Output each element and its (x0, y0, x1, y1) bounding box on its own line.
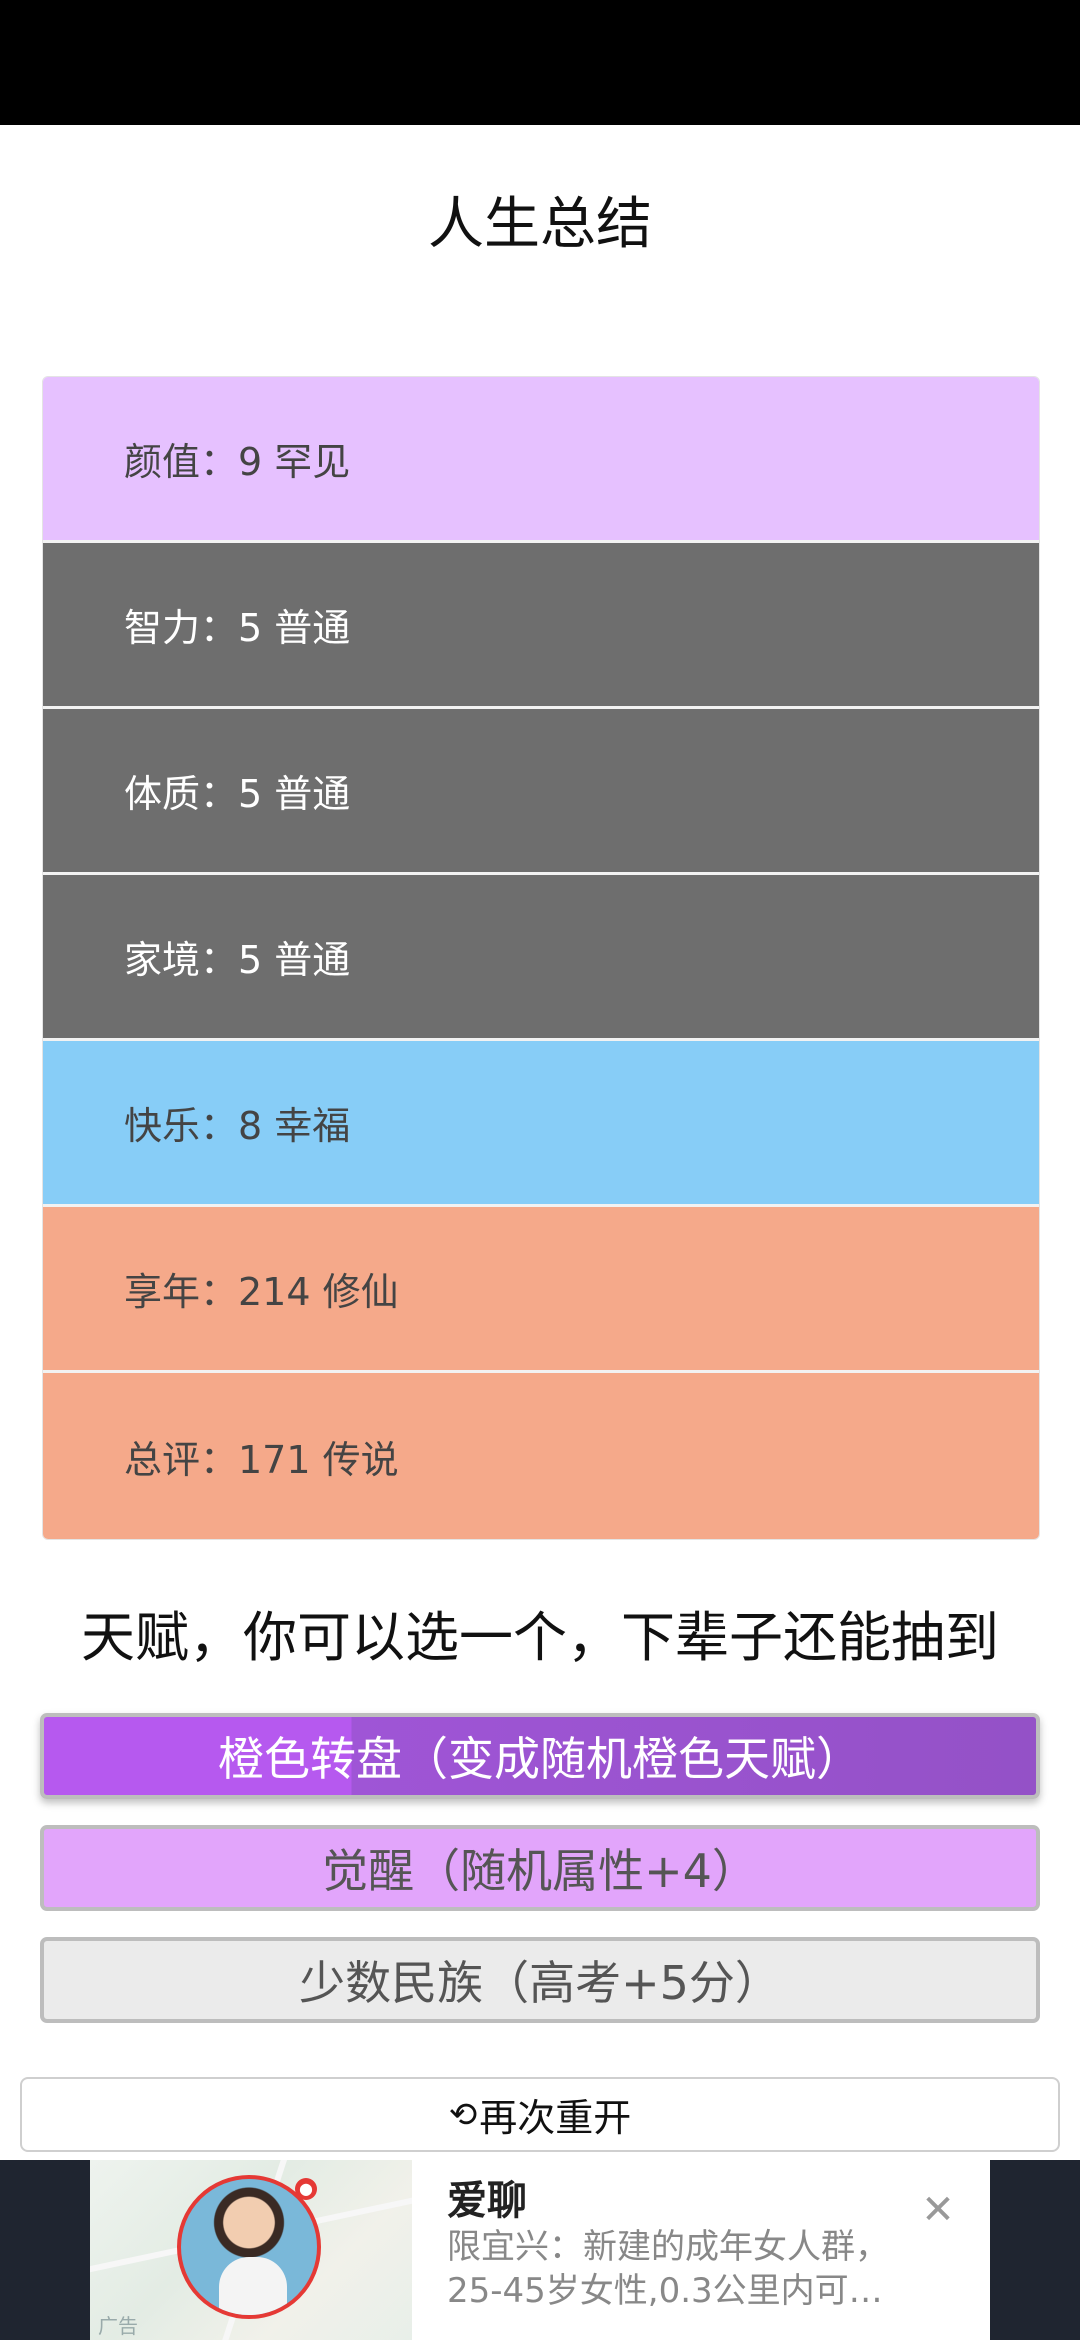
ad-banner[interactable]: ● 广告 爱聊 限宜兴：新建的成年女人群，25-45岁女性,0.3公里内可… ✕ (0, 2160, 1080, 2340)
stat-appearance: 颜值：9 罕见 (43, 377, 1039, 543)
restart-button[interactable]: ⟲ 再次重开 (20, 2077, 1060, 2152)
stat-family: 家境：5 普通 (43, 875, 1039, 1041)
ad-title: 爱聊 (447, 2178, 527, 2224)
ad-card[interactable]: ● 广告 爱聊 限宜兴：新建的成年女人群，25-45岁女性,0.3公里内可… ✕ (90, 2160, 990, 2340)
talent-title: 天赋，你可以选一个，下辈子还能抽到 (81, 1606, 999, 1669)
stat-happiness: 快乐：8 幸福 (43, 1041, 1039, 1207)
talent-option-orange-wheel[interactable]: 橙色转盘（变成随机橙色天赋） (40, 1713, 1040, 1799)
stats-panel: 颜值：9 罕见 智力：5 普通 体质：5 普通 家境：5 普通 快乐：8 幸福 … (42, 376, 1040, 1540)
stat-overall: 总评：171 传说 (43, 1373, 1039, 1539)
page-title: 人生总结 (428, 192, 652, 257)
talent-option-minority[interactable]: 少数民族（高考+5分） (40, 1937, 1040, 2023)
location-pin-icon: ● (295, 2178, 317, 2200)
stat-lifespan: 享年：214 修仙 (43, 1207, 1039, 1373)
ad-map-image: ● 广告 (90, 2160, 412, 2340)
stat-intelligence: 智力：5 普通 (43, 543, 1039, 709)
close-icon[interactable]: ✕ (918, 2190, 958, 2230)
refresh-icon: ⟲ (448, 2094, 478, 2135)
talent-option-awaken[interactable]: 觉醒（随机属性+4） (40, 1825, 1040, 1911)
stat-physique: 体质：5 普通 (43, 709, 1039, 875)
status-bar (0, 0, 1080, 125)
ad-tag: 广告 (98, 2314, 138, 2338)
ad-description: 限宜兴：新建的成年女人群，25-45岁女性,0.3公里内可… (447, 2227, 889, 2311)
restart-label: 再次重开 (479, 2096, 632, 2140)
